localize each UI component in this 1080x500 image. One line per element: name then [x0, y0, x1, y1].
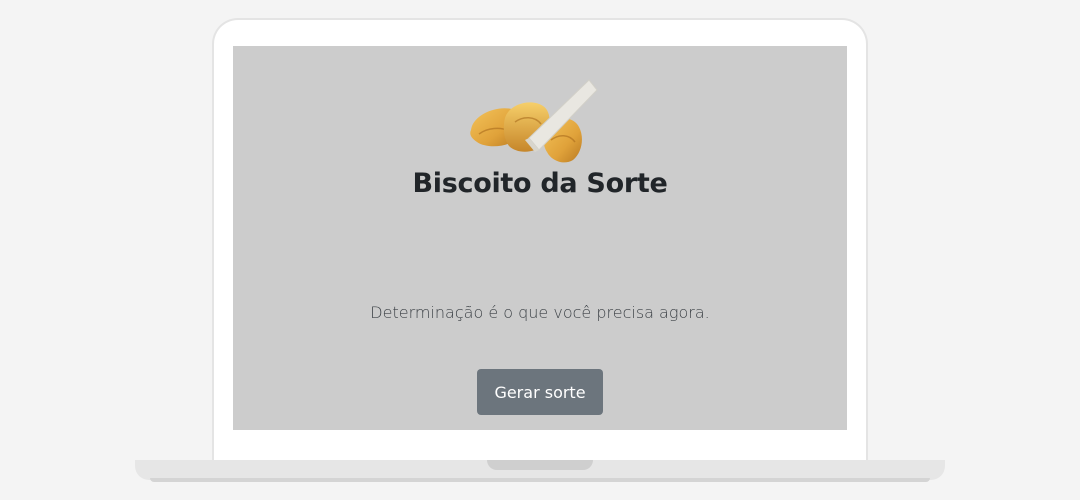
fortune-cookie-image [470, 79, 598, 163]
page-title: Biscoito da Sorte [412, 168, 668, 199]
laptop-notch [487, 460, 593, 470]
generate-fortune-button[interactable]: Gerar sorte [477, 369, 603, 415]
app-screen: Biscoito da Sorte Determinação é o que v… [233, 46, 847, 430]
laptop-base-shadow [150, 478, 930, 482]
fortune-message: Determinação é o que você precisa agora. [370, 303, 710, 322]
